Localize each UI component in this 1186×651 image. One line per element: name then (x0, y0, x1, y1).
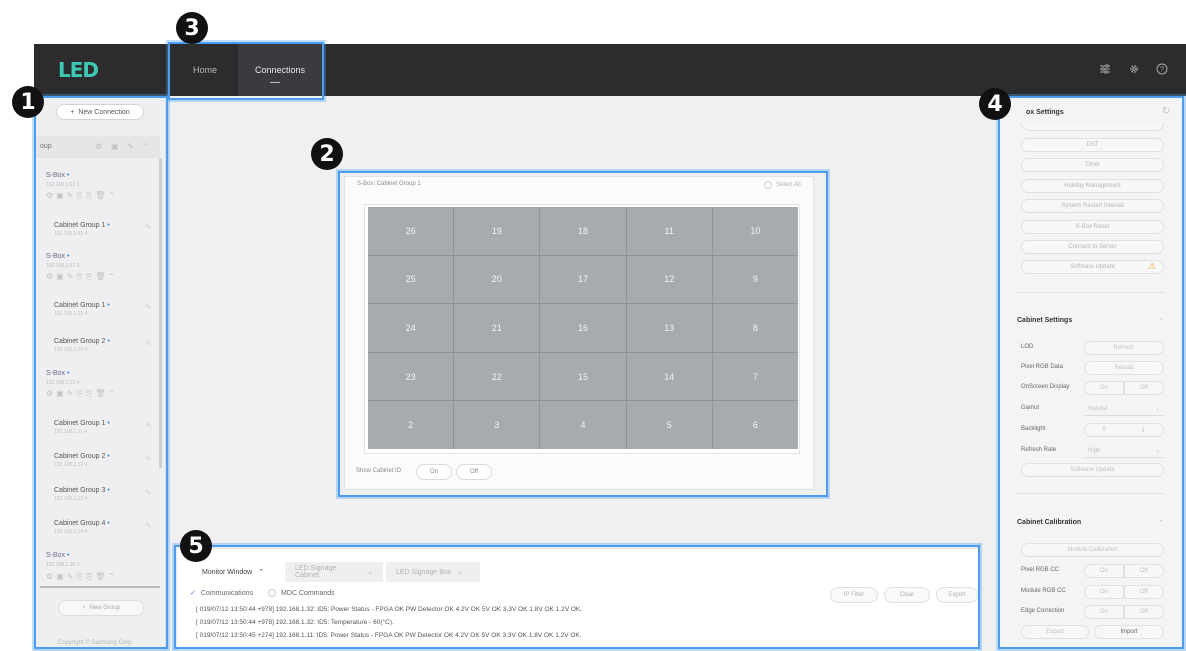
callout-badge-1: 1 (12, 86, 44, 118)
callout-badge-2: 2 (311, 138, 343, 170)
sliders-icon[interactable] (1098, 62, 1112, 76)
gear-icon[interactable] (1127, 62, 1141, 76)
callout-badge-3: 3 (176, 12, 208, 44)
highlight-frame-4 (998, 96, 1184, 649)
highlight-frame-3 (168, 42, 324, 100)
highlight-frame-5 (174, 545, 980, 649)
callout-badge-4: 4 (979, 88, 1011, 120)
app-window: LED Home Connections ? + New Connection … (0, 0, 1186, 651)
help-icon[interactable]: ? (1155, 62, 1169, 76)
highlight-frame-1 (34, 96, 168, 649)
highlight-frame-2 (338, 171, 828, 497)
callout-badge-5: 5 (180, 530, 212, 562)
svg-text:?: ? (1160, 67, 1164, 74)
app-logo: LED (58, 58, 99, 82)
